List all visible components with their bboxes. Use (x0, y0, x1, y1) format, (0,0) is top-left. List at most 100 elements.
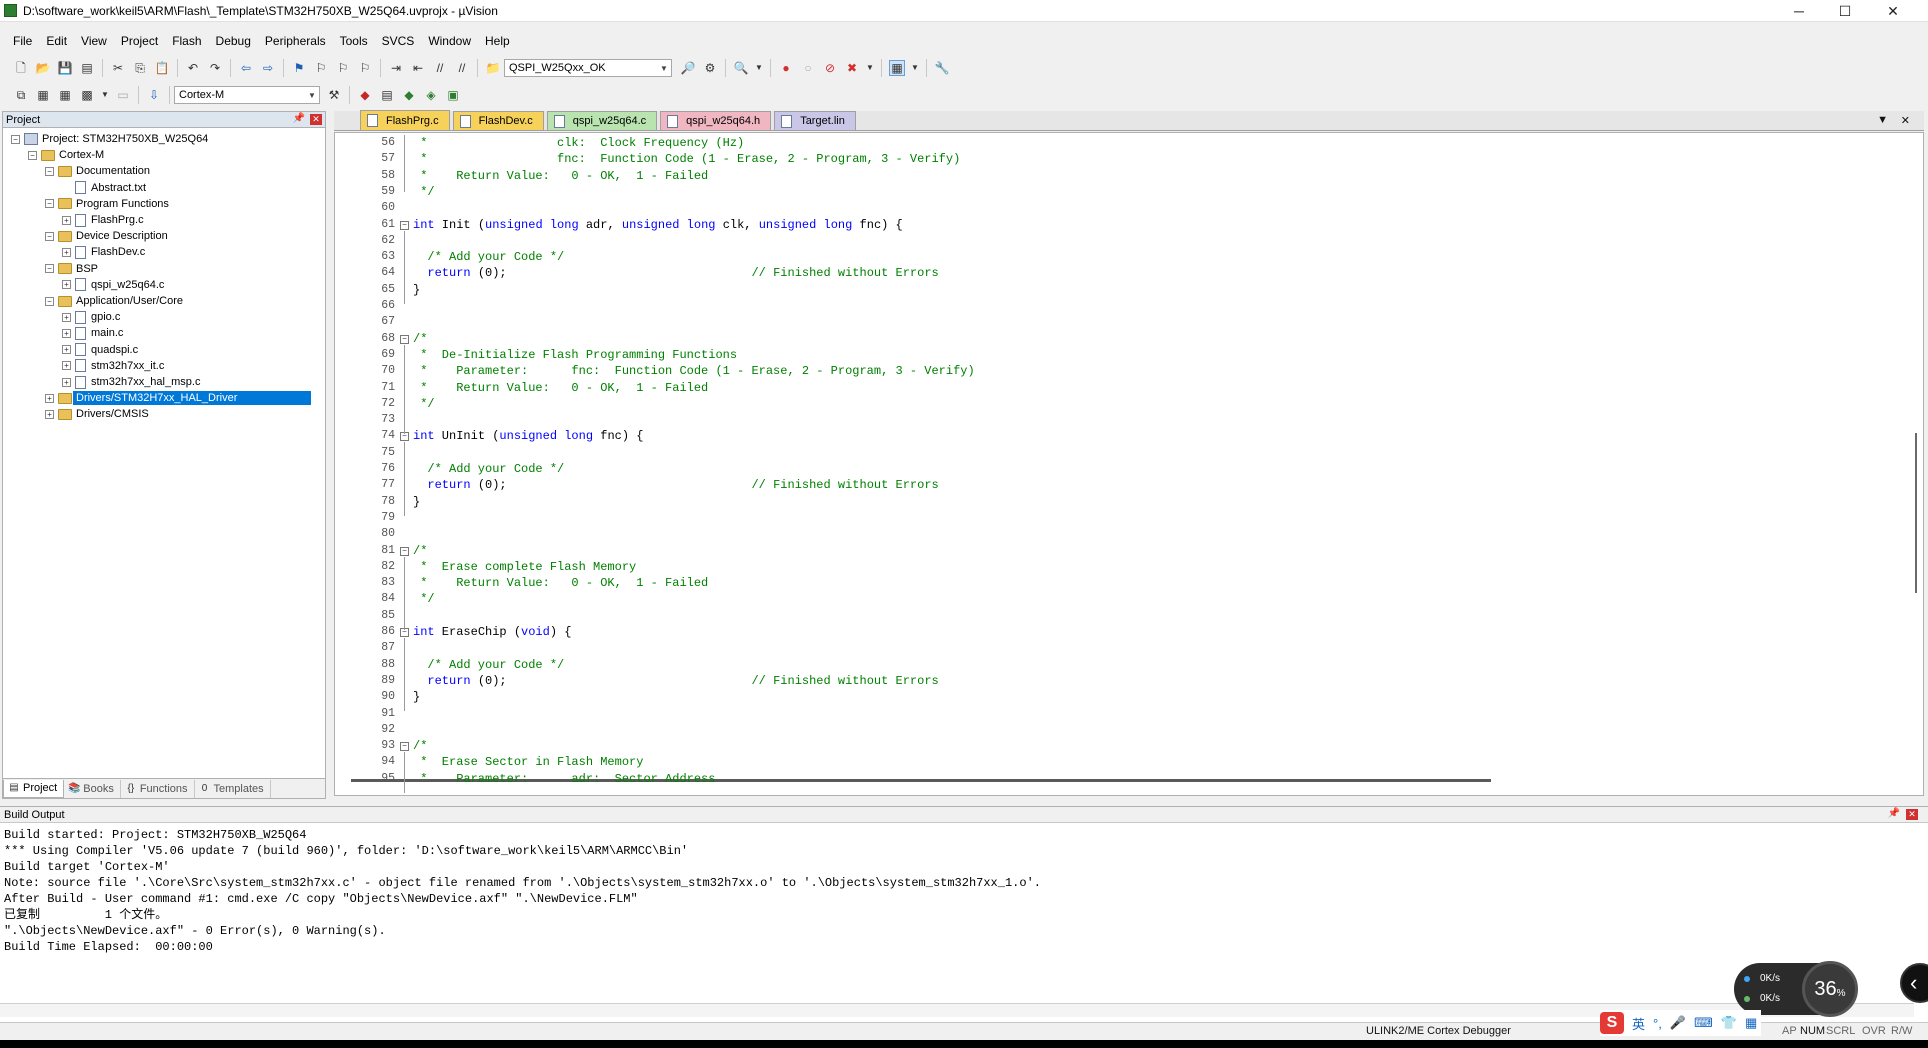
network-monitor-widget[interactable]: 0K/s 0K/s 36% (1734, 961, 1858, 1017)
editor-tab-target-lin[interactable]: Target.lin (774, 111, 856, 130)
build-output-text[interactable]: Build started: Project: STM32H750XB_W25Q… (4, 827, 1884, 997)
punctuation-icon[interactable]: °, (1653, 1016, 1662, 1031)
tab-functions[interactable]: {} Functions (121, 779, 195, 798)
menu-item-svcs[interactable]: SVCS (375, 34, 422, 48)
nav-forward-icon[interactable]: ⇨ (260, 60, 276, 76)
uncomment-icon[interactable]: // (454, 60, 470, 76)
menu-item-help[interactable]: Help (478, 34, 517, 48)
pack-installer-icon[interactable]: ◈ (423, 87, 439, 103)
tab-list-dropdown-icon[interactable]: ▼ (1877, 114, 1888, 126)
open-file-icon[interactable]: 📂 (35, 60, 51, 76)
chevron-down-icon[interactable]: ▼ (658, 61, 670, 75)
breakpoint-insert-icon[interactable]: ● (778, 60, 794, 76)
breakpoint-kill-icon[interactable]: ✖ (844, 60, 860, 76)
minimize-button[interactable]: ─ (1776, 0, 1822, 22)
find-in-files-icon[interactable]: 📁 (485, 60, 501, 76)
tree-node[interactable]: + qspi_w25q64.c (62, 277, 164, 293)
tree-node[interactable]: + main.c (62, 325, 123, 341)
ime-language[interactable]: 英 (1632, 1014, 1645, 1033)
select-packs-icon[interactable]: ▤ (379, 87, 395, 103)
new-file-icon[interactable]: 🗋 (13, 60, 29, 76)
close-tab-icon[interactable]: ✕ (1901, 114, 1910, 127)
menu-item-edit[interactable]: Edit (39, 34, 74, 48)
editor-tab-flashprg-c[interactable]: FlashPrg.c (360, 110, 450, 130)
undo-icon[interactable]: ↶ (185, 60, 201, 76)
tree-node[interactable]: − Application/User/Core (45, 293, 183, 309)
menu-item-view[interactable]: View (74, 34, 114, 48)
tree-node[interactable]: + FlashPrg.c (62, 212, 144, 228)
close-icon[interactable]: ✕ (310, 114, 322, 125)
indent-icon[interactable]: ⇥ (388, 60, 404, 76)
tree-toggle-icon[interactable]: − (45, 199, 54, 209)
pin-icon[interactable]: 📌 (293, 113, 305, 124)
tree-toggle-icon[interactable]: + (62, 280, 71, 290)
pin-icon[interactable]: 📌 (1888, 808, 1900, 819)
tree-node[interactable]: − Device Description (45, 228, 168, 244)
manage-project-icon[interactable]: ◆ (357, 87, 373, 103)
fold-toggle-icon[interactable]: − (400, 742, 409, 752)
tree-node[interactable]: + stm32h7xx_hal_msp.c (62, 374, 200, 390)
menu-item-window[interactable]: Window (421, 34, 478, 48)
chevron-down-icon[interactable]: ▼ (866, 60, 874, 76)
tree-node[interactable]: + stm32h7xx_it.c (62, 358, 164, 374)
manage-components-icon[interactable]: ◆ (401, 87, 417, 103)
window-layout-icon[interactable]: ▦ (889, 60, 905, 76)
translate-icon[interactable]: ⧉ (13, 87, 29, 103)
tree-node[interactable]: − BSP (45, 261, 98, 277)
download-icon[interactable]: ⇩ (146, 87, 162, 103)
editor-tab-flashdev-c[interactable]: FlashDev.c (452, 111, 544, 130)
target-combo[interactable]: Cortex-M ▼ (174, 86, 320, 104)
tree-node[interactable]: + quadspi.c (62, 342, 138, 358)
tree-toggle-icon[interactable]: − (45, 166, 54, 176)
tree-node[interactable]: + Drivers/STM32H7xx_HAL_Driver (45, 390, 311, 406)
ime-toolbar[interactable]: S 英 °, 🎤 ⌨ 👕 ▦ (1600, 1010, 1762, 1036)
fold-toggle-icon[interactable]: − (400, 334, 409, 344)
menu-item-peripherals[interactable]: Peripherals (258, 34, 333, 48)
batch-build-icon[interactable]: ▩ (79, 87, 95, 103)
build-icon[interactable]: ▦ (35, 87, 51, 103)
chevron-down-icon[interactable]: ▼ (911, 60, 919, 76)
bookmark-prev-icon[interactable]: ⚐ (313, 60, 329, 76)
toolbox-icon[interactable]: ▦ (1745, 1015, 1757, 1031)
save-icon[interactable]: 💾 (57, 60, 73, 76)
tree-toggle-icon[interactable]: − (45, 296, 54, 306)
fold-toggle-icon[interactable]: − (400, 546, 409, 556)
tree-toggle-icon[interactable]: + (62, 345, 71, 355)
bookmark-toggle-icon[interactable]: ⚑ (291, 60, 307, 76)
menu-item-debug[interactable]: Debug (209, 34, 258, 48)
menu-item-file[interactable]: File (6, 34, 39, 48)
rte-icon[interactable]: ▣ (445, 87, 461, 103)
chevron-down-icon[interactable]: ▼ (755, 60, 763, 76)
tree-toggle-icon[interactable]: + (62, 361, 71, 371)
editor-tab-qspi-w25q64-c[interactable]: qspi_w25q64.c (546, 111, 658, 130)
bookmark-next-icon[interactable]: ⚐ (335, 60, 351, 76)
tree-toggle-icon[interactable]: + (62, 377, 71, 387)
incremental-find-icon[interactable]: 🔎 (680, 60, 696, 76)
tree-node[interactable]: + Drivers/CMSIS (45, 406, 149, 422)
find-combo[interactable]: QSPI_W25Qxx_OK ▼ (504, 59, 672, 77)
debug-session-icon[interactable]: 🔍 (733, 60, 749, 76)
configure-icon[interactable]: 🔧 (934, 60, 950, 76)
menu-item-flash[interactable]: Flash (165, 34, 208, 48)
tree-node[interactable]: − Cortex-M (28, 147, 104, 163)
menu-item-tools[interactable]: Tools (333, 34, 375, 48)
cut-icon[interactable]: ✂ (110, 60, 126, 76)
stop-build-icon[interactable]: ▭ (115, 87, 131, 103)
copy-icon[interactable]: ⎘ (132, 60, 148, 76)
tree-node[interactable]: Abstract.txt (62, 180, 146, 196)
skin-icon[interactable]: 👕 (1721, 1015, 1737, 1031)
tree-toggle-icon[interactable]: + (45, 409, 54, 419)
redo-icon[interactable]: ↷ (207, 60, 223, 76)
menu-item-project[interactable]: Project (114, 34, 165, 48)
code-view[interactable]: 56 * clk: Clock Frequency (Hz) 57 * fnc: … (334, 132, 1924, 796)
fold-toggle-icon[interactable]: − (400, 220, 409, 230)
tree-toggle-icon[interactable]: + (62, 215, 71, 225)
editor-tab-qspi-w25q64-h[interactable]: qspi_w25q64.h (660, 111, 772, 130)
tree-toggle-icon[interactable]: − (11, 134, 20, 144)
tab-project[interactable]: ▤ Project (3, 779, 65, 798)
tree-toggle-icon[interactable]: + (62, 328, 71, 338)
close-icon[interactable]: ✕ (1906, 809, 1918, 820)
tree-node[interactable]: + gpio.c (62, 309, 120, 325)
find-icon[interactable]: ⚙ (702, 60, 718, 76)
tree-toggle-icon[interactable]: + (45, 393, 54, 403)
